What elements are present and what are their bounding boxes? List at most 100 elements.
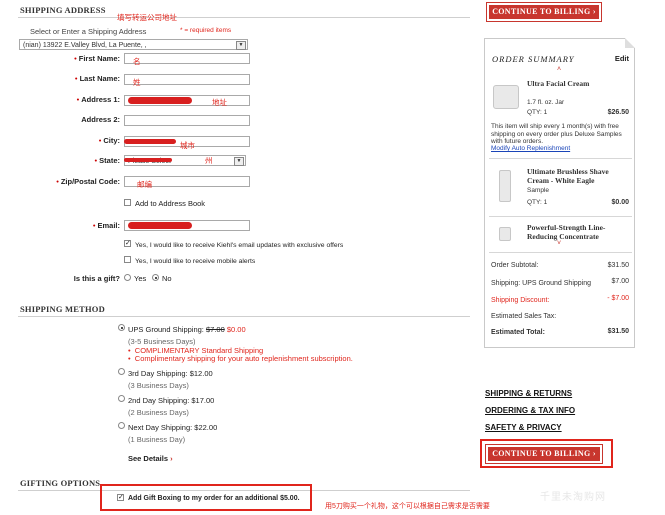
gift-no-radio[interactable] (152, 274, 159, 281)
third-day-radio[interactable] (118, 368, 125, 375)
gift-question-label: Is this a gift? (73, 274, 120, 283)
chevron-down-icon[interactable]: ▼ (234, 157, 244, 166)
see-details-link[interactable]: See Details › (128, 454, 173, 463)
annotation-address1: 地址 (212, 98, 227, 107)
gift-box-checkbox[interactable]: ✓ (117, 494, 124, 501)
annotation-address-heading: 填写转运公司地址 (117, 13, 177, 22)
edit-link[interactable]: Edit (615, 54, 629, 63)
city-label: • City: (98, 136, 120, 145)
annotation-state: 州 (205, 156, 213, 165)
mobile-optin-checkbox[interactable] (124, 256, 131, 263)
ups-ground-label: UPS Ground Shipping: $7.00 $0.00 (128, 325, 246, 334)
product-image (499, 227, 511, 241)
page-curl-icon (625, 38, 635, 48)
total-label: Estimated Total: (491, 329, 545, 336)
gift-yes-radio[interactable] (124, 274, 131, 281)
email-label: • Email: (92, 221, 120, 230)
add-to-address-book-checkbox[interactable] (124, 199, 131, 206)
item1-name: Ultra Facial Cream (527, 79, 590, 88)
continue-to-billing-button-bottom[interactable]: CONTINUE TO BILLING › (485, 444, 603, 464)
second-day-radio[interactable] (118, 395, 125, 402)
shipping-method-header: SHIPPING METHOD (18, 302, 470, 317)
email-optin-checkbox[interactable]: ✓ (124, 240, 131, 247)
redaction-mark (128, 97, 192, 104)
subtotal-value: $31.50 (607, 262, 629, 269)
chevron-down-icon[interactable]: ▼ (236, 41, 246, 50)
next-day-days: (1 Business Day) (128, 435, 186, 444)
gifting-options-title: GIFTING OPTIONS (20, 478, 101, 488)
item2-name: Ultimate Brushless Shave Cream - White E… (527, 167, 609, 185)
shipping-address-title: SHIPPING ADDRESS (20, 5, 106, 15)
divider (489, 252, 632, 253)
next-day-label: Next Day Shipping: $22.00 (128, 423, 218, 432)
gift-yes-label: Yes (134, 274, 147, 283)
total-value: $31.50 (607, 328, 629, 335)
item1-price: $26.50 (607, 109, 629, 116)
continue-to-billing-button-top[interactable]: CONTINUE TO BILLING › (486, 2, 602, 22)
second-day-days: (2 Business Days) (128, 408, 189, 417)
chevron-right-icon: › (592, 449, 596, 458)
address-select[interactable]: (nian) 13922 E.Valley Blvd, La Puente, ,… (19, 39, 248, 50)
discount-label: Shipping Discount: (491, 297, 550, 304)
address2-label: Address 2: (81, 115, 120, 124)
address-select-label: Select or Enter a Shipping Address (30, 27, 147, 36)
required-note: * = required items (180, 27, 232, 34)
order-summary-panel: ORDER SUMMARY Edit ˄ Ultra Facial Cream … (484, 38, 635, 348)
annotation-zip: 邮编 (137, 180, 152, 189)
gift-box-label: Add Gift Boxing to my order for an addit… (128, 495, 300, 502)
first-name-label: • First Name: (74, 54, 120, 63)
shipping-label: Shipping: UPS Ground Shipping (491, 280, 592, 287)
ups-ground-days: (3-5 Business Days) (128, 337, 196, 346)
email-optin-label: Yes, I would like to receive Kiehl's ema… (135, 242, 344, 249)
annotation-last-name: 姓 (133, 78, 141, 87)
mobile-optin-label: Yes, I would like to receive mobile aler… (135, 258, 256, 265)
item3-name: Powerful-Strength Line-Reducing Concentr… (527, 223, 606, 241)
shipping-method-title: SHIPPING METHOD (20, 304, 105, 314)
item1-qty: QTY: 1 (527, 109, 548, 116)
redaction-mark (124, 139, 176, 144)
ups-ground-radio[interactable] (118, 324, 125, 331)
zip-label: • Zip/Postal Code: (56, 177, 120, 186)
redaction-mark (124, 158, 172, 162)
divider (489, 216, 632, 217)
item2-price: $0.00 (611, 199, 629, 206)
add-to-address-book-label: Add to Address Book (135, 199, 206, 208)
shipping-address-header: SHIPPING ADDRESS (18, 3, 470, 18)
ordering-tax-info-link[interactable]: ORDERING & TAX INFO (485, 406, 575, 415)
ups-new-price: $0.00 (226, 325, 246, 334)
product-image (493, 85, 519, 109)
annotation-first-name: 名 (133, 57, 141, 66)
first-name-field[interactable] (124, 53, 250, 64)
gift-no-label: No (162, 274, 172, 283)
chevron-right-icon: › (592, 7, 596, 16)
second-day-label: 2nd Day Shipping: $17.00 (128, 396, 215, 405)
shipping-returns-link[interactable]: SHIPPING & RETURNS (485, 389, 572, 398)
annotation-gifting: 用5刀购买一个礼物，这个可以根据自己需求是否需要 (325, 503, 490, 510)
item1-size: 1.7 fl. oz. Jar (527, 99, 565, 106)
third-day-days: (3 Business Days) (128, 381, 189, 390)
divider (489, 158, 632, 159)
safety-privacy-link[interactable]: SAFETY & PRIVACY (485, 423, 562, 432)
address2-field[interactable] (124, 115, 250, 126)
next-day-radio[interactable] (118, 422, 125, 429)
order-summary-title: ORDER SUMMARY (492, 54, 575, 64)
item2-qty: QTY: 1 (527, 199, 548, 206)
chevron-down-icon[interactable]: ˅ (557, 240, 561, 247)
watermark: 千里未淘购网 (540, 492, 606, 503)
modify-replenishment-link[interactable]: Modify Auto Replenishment (491, 145, 570, 152)
state-label: • State: (94, 156, 120, 165)
product-image (499, 170, 511, 202)
annotation-city: 城市 (180, 141, 195, 150)
ups-old-price: $7.00 (205, 325, 225, 334)
last-name-label: • Last Name: (74, 74, 120, 83)
last-name-field[interactable] (124, 74, 250, 85)
tax-label: Estimated Sales Tax: (491, 313, 557, 320)
discount-value: - $7.00 (607, 295, 629, 302)
chevron-right-icon: › (170, 454, 173, 463)
subtotal-label: Order Subtotal: (491, 262, 539, 269)
address1-label: • Address 1: (76, 95, 120, 104)
shipping-value: $7.00 (611, 278, 629, 285)
third-day-label: 3rd Day Shipping: $12.00 (128, 369, 213, 378)
complimentary-note-2: • Complimentary shipping for your auto r… (128, 354, 353, 363)
chevron-up-icon: ˄ (557, 66, 562, 73)
